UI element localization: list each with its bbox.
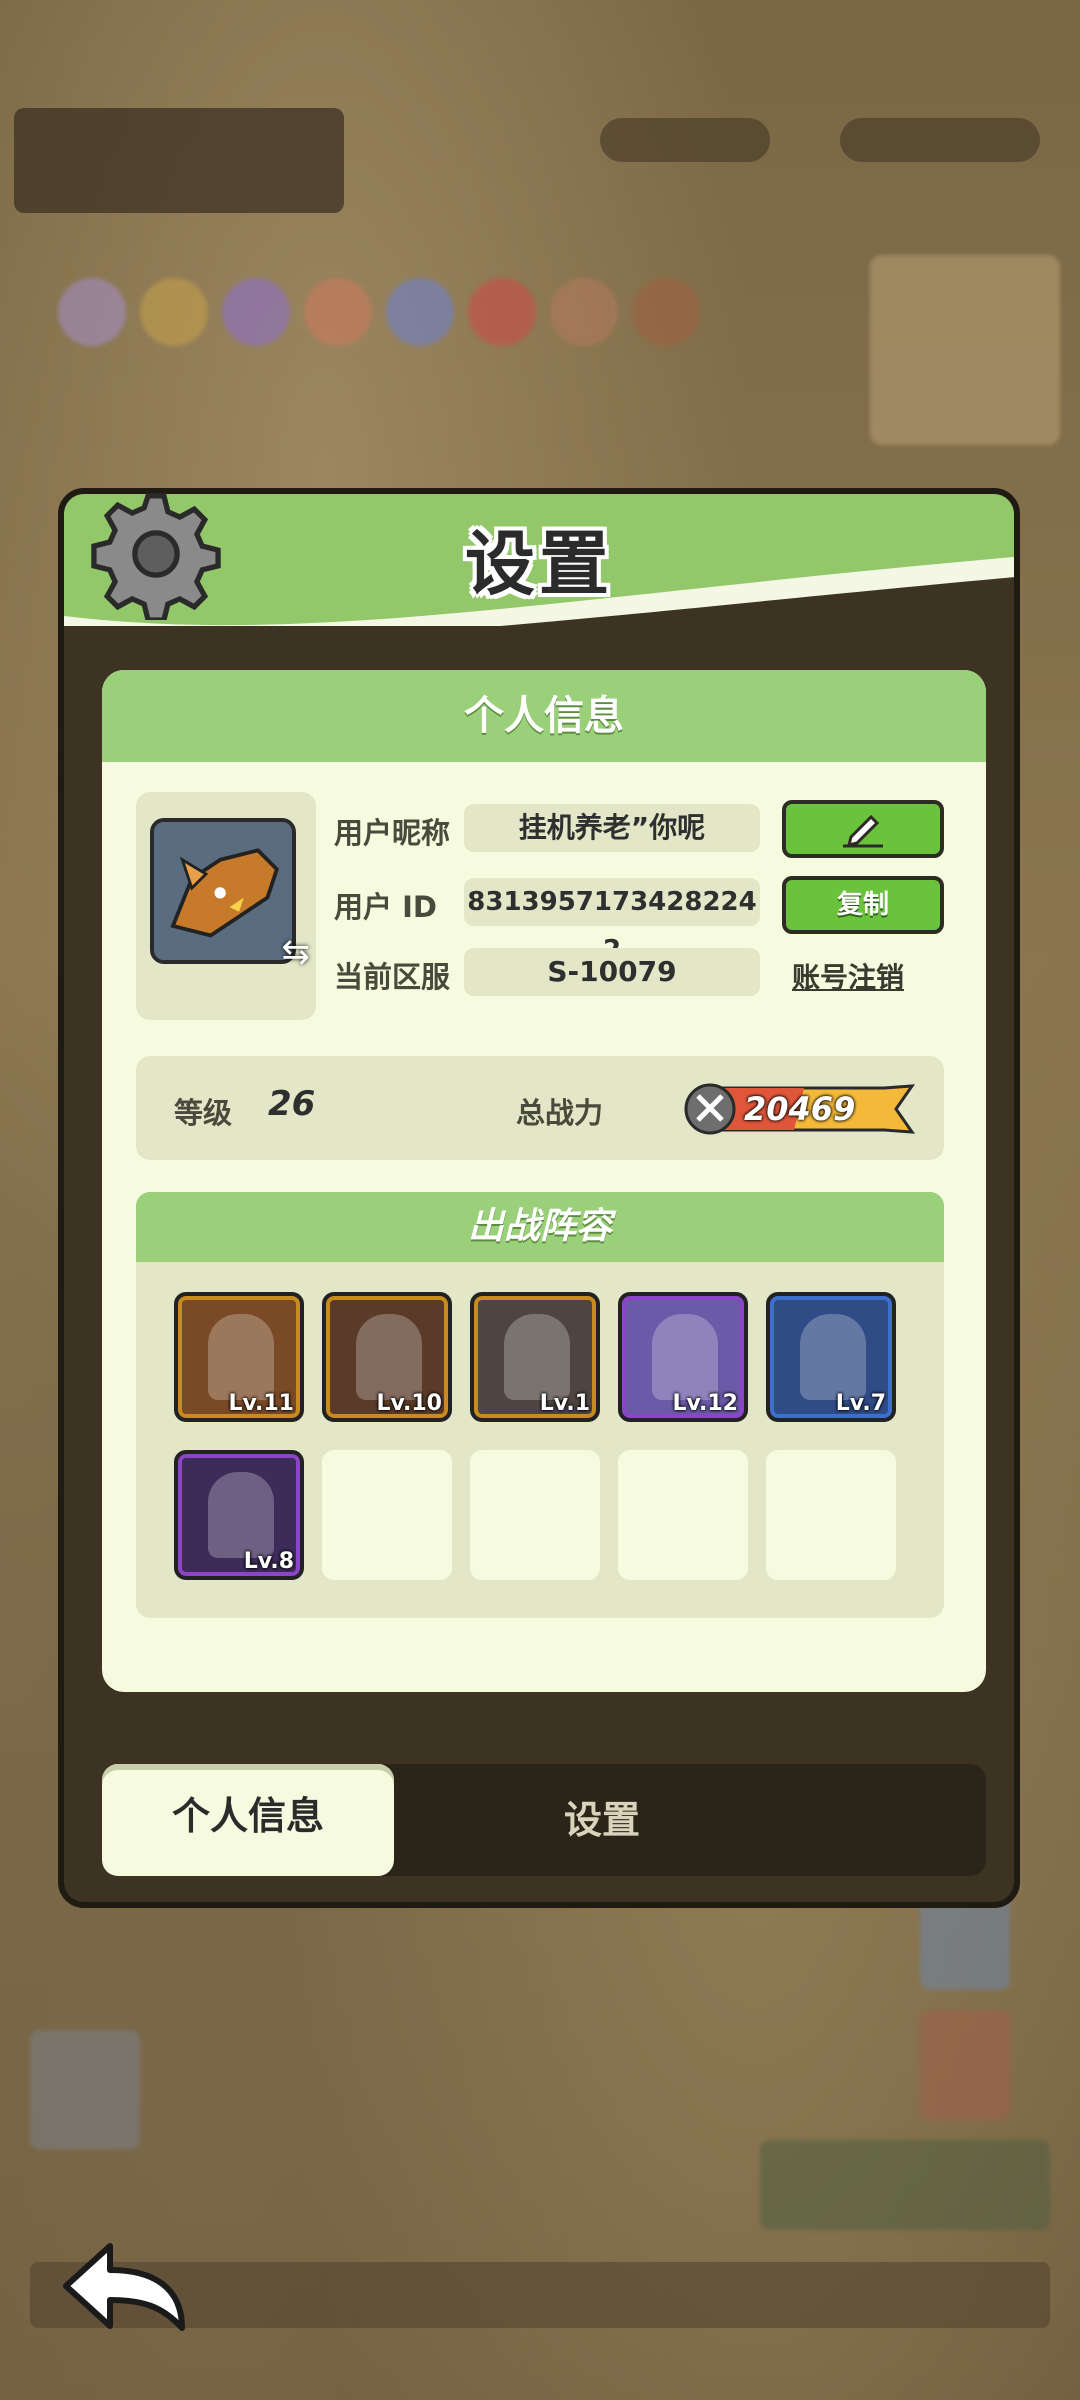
user-id-label: 用户 ID — [334, 890, 437, 924]
stats-bar: 等级 26 总战力 20469 — [136, 1056, 944, 1160]
bg-hero-icon — [58, 278, 126, 346]
player-topbar — [14, 108, 344, 213]
lineup-empty-slot[interactable] — [766, 1450, 896, 1580]
edit-nickname-button[interactable] — [782, 800, 944, 858]
hero-level: Lv.12 — [672, 1391, 738, 1416]
bg-hero-icon — [304, 278, 372, 346]
gem-counter — [600, 118, 770, 162]
lineup-hero-slot[interactable]: Lv.11 — [174, 1292, 304, 1422]
user-id-field: 8313957173428224 2 — [464, 878, 760, 965]
hero-level: Lv.7 — [835, 1391, 886, 1416]
gold-counter — [840, 118, 1040, 162]
bg-hero-icon — [468, 278, 536, 346]
server-field: S-10079 — [464, 948, 760, 996]
bg-hero-icon — [386, 278, 454, 346]
hero-level: Lv.1 — [539, 1391, 590, 1416]
nickname-label: 用户昵称 — [334, 816, 451, 850]
lineup-hero-slot[interactable]: Lv.10 — [322, 1292, 452, 1422]
hero-portrait — [652, 1314, 718, 1400]
level-value: 26 — [268, 1084, 316, 1124]
hero-level: Lv.11 — [228, 1391, 294, 1416]
hero-portrait — [800, 1314, 866, 1400]
lineup-hero-slot[interactable]: Lv.12 — [618, 1292, 748, 1422]
side-shortcut — [30, 2030, 140, 2150]
hero-portrait — [208, 1314, 274, 1400]
lineup-hero-slot[interactable]: Lv.8 — [174, 1450, 304, 1580]
nickname-field: 挂机养老”你呢 — [464, 804, 760, 852]
hero-level: Lv.8 — [243, 1549, 294, 1574]
power-label: 总战力 — [516, 1096, 604, 1130]
bg-hero-icon — [632, 278, 700, 346]
server-label: 当前区服 — [334, 960, 451, 994]
back-arrow-icon — [63, 2243, 185, 2331]
lineup-empty-slot[interactable] — [322, 1450, 452, 1580]
back-button[interactable] — [58, 2236, 190, 2336]
deregister-account-link[interactable]: 账号注销 — [792, 956, 904, 996]
copy-button[interactable]: 复制 — [782, 876, 944, 934]
lineup-hero-slot[interactable]: Lv.7 — [766, 1292, 896, 1422]
profile-card: 个人信息 ⇆ 用户昵称 挂机养老”你呢 用户 ID 83139571734282… — [102, 670, 986, 1692]
power-value: 20469 — [744, 1090, 856, 1128]
tab-bar: 个人信息 设置 — [102, 1764, 986, 1876]
level-label: 等级 — [174, 1096, 233, 1130]
battle-lineup: 出战阵容 Lv.11 Lv.10 Lv.1 Lv.12 Lv.7 Lv.8 — [136, 1192, 944, 1618]
bg-hero-icon — [140, 278, 208, 346]
profile-section-title: 个人信息 — [102, 670, 986, 762]
minimap — [870, 255, 1060, 445]
pencil-icon — [843, 814, 883, 848]
hero-level: Lv.10 — [376, 1391, 442, 1416]
panel-title: 设置 — [465, 523, 613, 605]
quest-tracker — [760, 2140, 1050, 2230]
lineup-hero-slot[interactable]: Lv.1 — [470, 1292, 600, 1422]
tab-settings[interactable]: 设置 — [502, 1764, 702, 1876]
swap-avatar-icon[interactable]: ⇆ — [282, 932, 311, 972]
combat-power-badge: 20469 — [684, 1082, 916, 1136]
lineup-empty-slot[interactable] — [470, 1450, 600, 1580]
lineup-title: 出战阵容 — [136, 1192, 944, 1262]
avatar-box[interactable]: ⇆ — [136, 792, 316, 1020]
side-shortcut — [920, 2010, 1010, 2120]
bg-hero-icon — [550, 278, 618, 346]
hero-portrait — [208, 1472, 274, 1558]
hero-portrait — [504, 1314, 570, 1400]
bg-hero-icon — [222, 278, 290, 346]
lineup-empty-slot[interactable] — [618, 1450, 748, 1580]
hero-portrait — [356, 1314, 422, 1400]
settings-panel: 设置 个人信息 ⇆ 用户昵称 挂机养老”你呢 用户 ID 83139571734… — [58, 488, 1020, 1908]
tab-profile[interactable]: 个人信息 — [102, 1764, 394, 1876]
avatar[interactable] — [150, 818, 296, 964]
